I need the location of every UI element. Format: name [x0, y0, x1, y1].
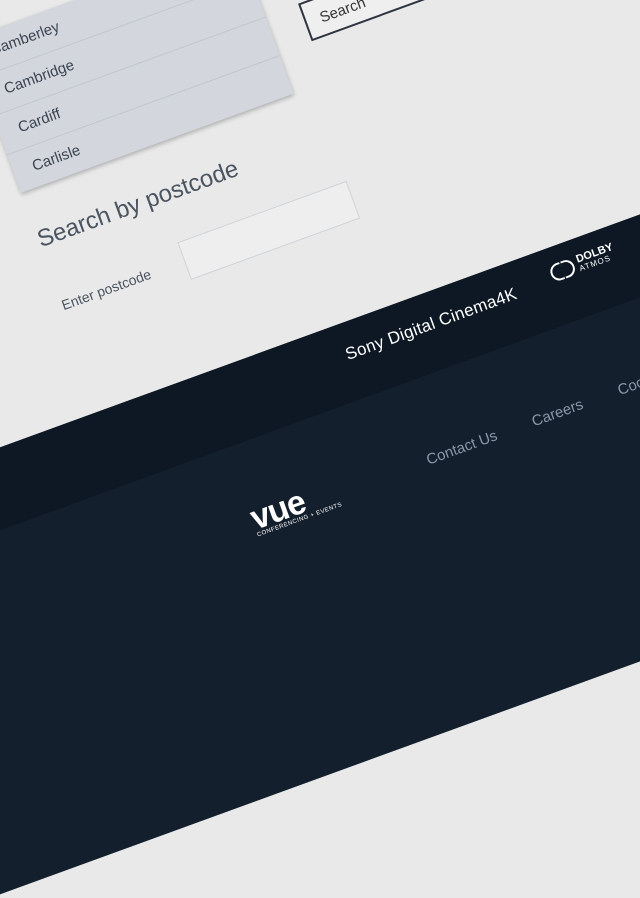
- dolby-icon: [547, 257, 578, 283]
- footer-link-careers[interactable]: Careers: [530, 396, 586, 430]
- content: Camberley Cambridge Cardiff Carlisle Sea…: [0, 0, 640, 898]
- sony-text: Sony Digital Cinema: [342, 291, 500, 364]
- rotated-stage: Camberley Cambridge Cardiff Carlisle Sea…: [0, 0, 640, 898]
- vue-logo[interactable]: vue CONFERENCING + EVENTS: [245, 471, 343, 539]
- sony-logo: Sony Digital Cinema4K: [343, 284, 520, 365]
- postcode-input[interactable]: [177, 180, 361, 280]
- search-input[interactable]: [300, 0, 432, 41]
- city-dropdown-list[interactable]: Camberley Cambridge Cardiff Carlisle: [0, 0, 294, 193]
- dolby-text: DOLBY ATMOS: [574, 241, 618, 274]
- footer-link-cookie-policy[interactable]: Cookie Policy: [615, 352, 640, 399]
- vue-logo-text: vue: [245, 482, 311, 538]
- footer-links: Contact Us Careers Cookie Policy: [424, 352, 640, 469]
- cinema-search-box: [298, 0, 448, 42]
- footer-link-contact-us[interactable]: Contact Us: [424, 427, 500, 468]
- dolby-atmos-logo: DOLBY ATMOS: [547, 241, 618, 284]
- postcode-label: Enter postcode: [59, 265, 154, 314]
